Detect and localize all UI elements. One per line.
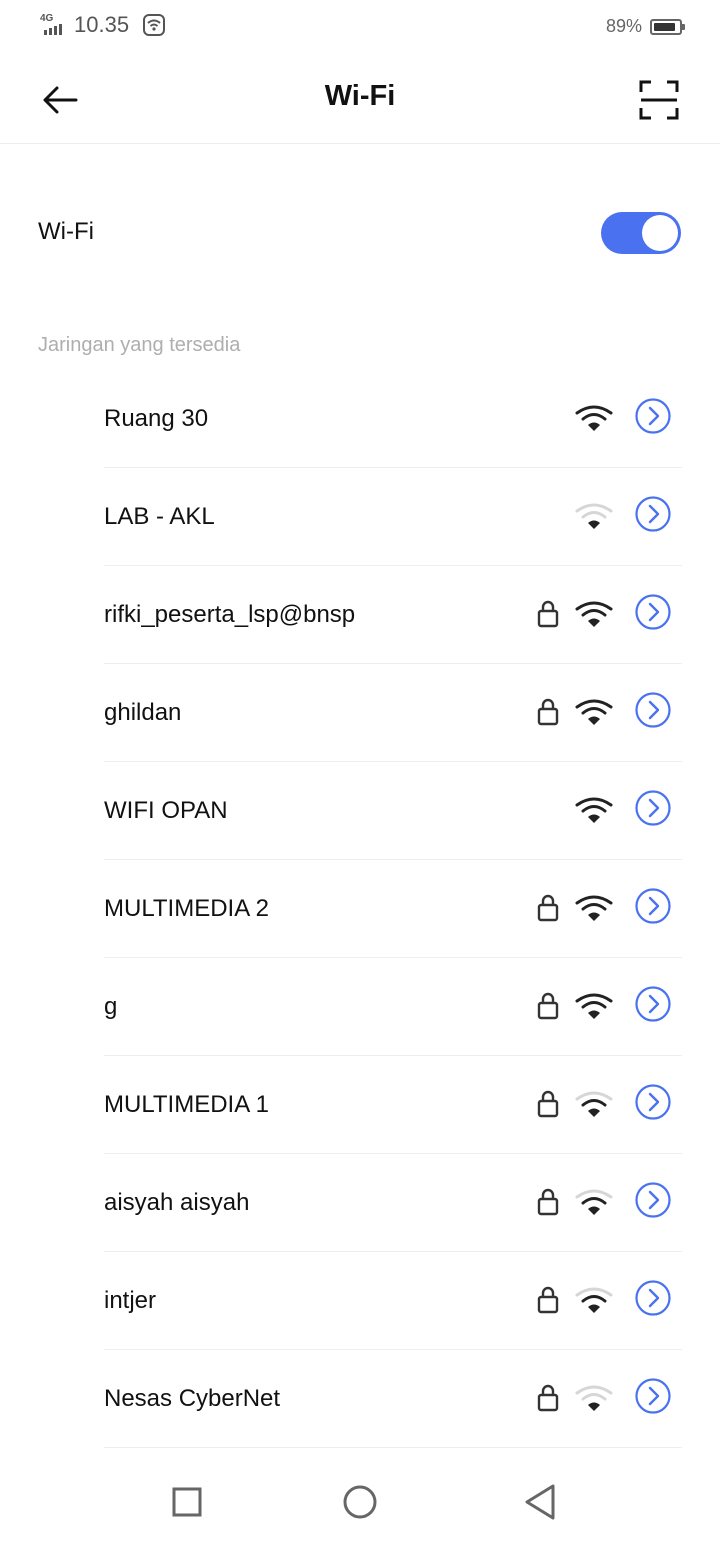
wifi-signal-icon — [575, 1091, 613, 1117]
wifi-signal-icon — [575, 601, 613, 627]
status-right: 89% — [605, 16, 685, 37]
network-details-button[interactable] — [634, 1083, 672, 1121]
battery-percent: 89% — [605, 16, 642, 36]
network-item[interactable]: MULTIMEDIA 1 — [0, 1056, 720, 1154]
wifi-signal-icon — [575, 1189, 613, 1215]
network-name: aisyah aisyah — [104, 1189, 250, 1216]
network-details-button[interactable] — [634, 691, 672, 729]
wifi-signal-icon — [575, 699, 613, 725]
wifi-signal-icon — [575, 503, 613, 529]
network-item[interactable]: MULTIMEDIA 2 — [0, 860, 720, 958]
network-item[interactable]: Nesas CyberNet — [0, 1350, 720, 1448]
wifi-signal-icon — [575, 1385, 613, 1411]
lock-icon — [537, 1286, 559, 1314]
network-details-button[interactable] — [634, 985, 672, 1023]
divider — [104, 1447, 682, 1448]
network-name: Nesas CyberNet — [104, 1385, 281, 1412]
toggle-knob — [642, 215, 678, 251]
wifi-signal-icon — [575, 1287, 613, 1313]
network-details-button[interactable] — [634, 1181, 672, 1219]
wifi-signal-icon — [575, 895, 613, 921]
network-item[interactable]: LAB - AKL — [0, 468, 720, 566]
scan-frame-icon — [639, 80, 679, 120]
network-name: MULTIMEDIA 2 — [104, 895, 269, 922]
lock-icon — [537, 698, 559, 726]
status-bar: 4G 10.35 89% — [0, 0, 720, 56]
status-time: 10.35 — [74, 12, 130, 37]
network-name: Ruang 30 — [104, 405, 209, 432]
scan-qr-button[interactable] — [630, 72, 688, 128]
network-item[interactable]: rifki_peserta_lsp@bnsp — [0, 566, 720, 664]
network-details-button[interactable] — [634, 593, 672, 631]
network-item[interactable]: g — [0, 958, 720, 1056]
network-details-button[interactable] — [634, 495, 672, 533]
network-item[interactable]: aisyah aisyah — [0, 1154, 720, 1252]
wifi-toggle-label: Wi-Fi — [38, 218, 94, 245]
network-name: MULTIMEDIA 1 — [104, 1091, 269, 1118]
wifi-hotspot-icon — [143, 14, 166, 36]
status-left: 4G 10.35 — [40, 12, 166, 38]
network-name: LAB - AKL — [104, 503, 215, 530]
circle-icon — [343, 1485, 377, 1519]
network-name: WIFI OPAN — [104, 797, 228, 824]
network-details-button[interactable] — [634, 1377, 672, 1415]
network-name: g — [104, 993, 118, 1020]
lock-icon — [537, 1090, 559, 1118]
wifi-toggle-row[interactable]: Wi-Fi — [0, 186, 720, 282]
network-name: ghildan — [104, 699, 182, 726]
battery-icon — [650, 18, 685, 35]
available-networks-header: Jaringan yang tersedia — [38, 334, 241, 356]
wifi-toggle-switch[interactable] — [601, 212, 681, 254]
wifi-signal-icon — [575, 993, 613, 1019]
system-back-button[interactable] — [520, 1482, 560, 1522]
lock-icon — [537, 992, 559, 1020]
wifi-signal-icon — [575, 405, 613, 431]
network-name: intjer — [104, 1287, 157, 1314]
navigation-bar — [0, 1460, 720, 1544]
network-details-button[interactable] — [634, 397, 672, 435]
lock-icon — [537, 894, 559, 922]
lock-icon — [537, 1384, 559, 1412]
app-bar: Wi-Fi — [0, 56, 720, 144]
lock-icon — [537, 1188, 559, 1216]
network-details-button[interactable] — [634, 789, 672, 827]
triangle-back-icon — [525, 1484, 555, 1520]
network-item[interactable]: WIFI OPAN — [0, 762, 720, 860]
network-type: 4G — [40, 13, 54, 24]
network-list: Ruang 30 LAB - AKL rifki_peserta_lsp@bnspg… — [0, 370, 720, 1448]
lock-icon — [537, 600, 559, 628]
wifi-signal-icon — [575, 797, 613, 823]
cellular-signal-icon: 4G — [40, 13, 70, 37]
network-details-button[interactable] — [634, 887, 672, 925]
network-details-button[interactable] — [634, 1279, 672, 1317]
network-item[interactable]: Ruang 30 — [0, 370, 720, 468]
recent-apps-button[interactable] — [167, 1482, 207, 1522]
network-name: rifki_peserta_lsp@bnsp — [104, 601, 356, 628]
network-item[interactable]: intjer — [0, 1252, 720, 1350]
home-button[interactable] — [340, 1482, 380, 1522]
square-icon — [172, 1487, 202, 1517]
page-title: Wi-Fi — [324, 80, 396, 112]
network-item[interactable]: ghildan — [0, 664, 720, 762]
